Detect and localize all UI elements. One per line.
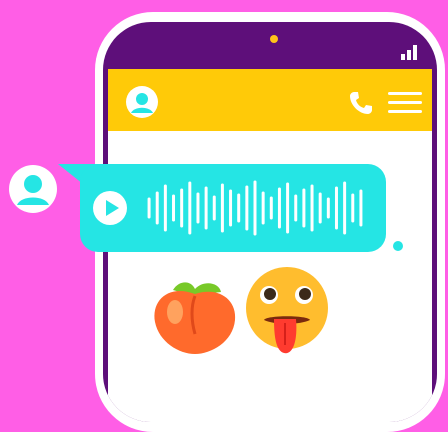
- peach-emoji[interactable]: [151, 272, 239, 356]
- waveform-icon[interactable]: [145, 178, 365, 238]
- user-avatar-icon[interactable]: [126, 86, 158, 118]
- signal-bars-icon: [401, 44, 421, 60]
- app-header: [108, 69, 432, 131]
- voice-message-bubble[interactable]: [80, 164, 386, 252]
- message-dot: [393, 241, 403, 251]
- camera-dot: [270, 35, 278, 43]
- user-avatar-icon[interactable]: [8, 164, 58, 214]
- tongue-out-face-emoji[interactable]: [244, 265, 330, 360]
- play-icon[interactable]: [93, 191, 127, 225]
- phone-icon[interactable]: [348, 90, 374, 116]
- hamburger-menu-icon[interactable]: [388, 92, 422, 114]
